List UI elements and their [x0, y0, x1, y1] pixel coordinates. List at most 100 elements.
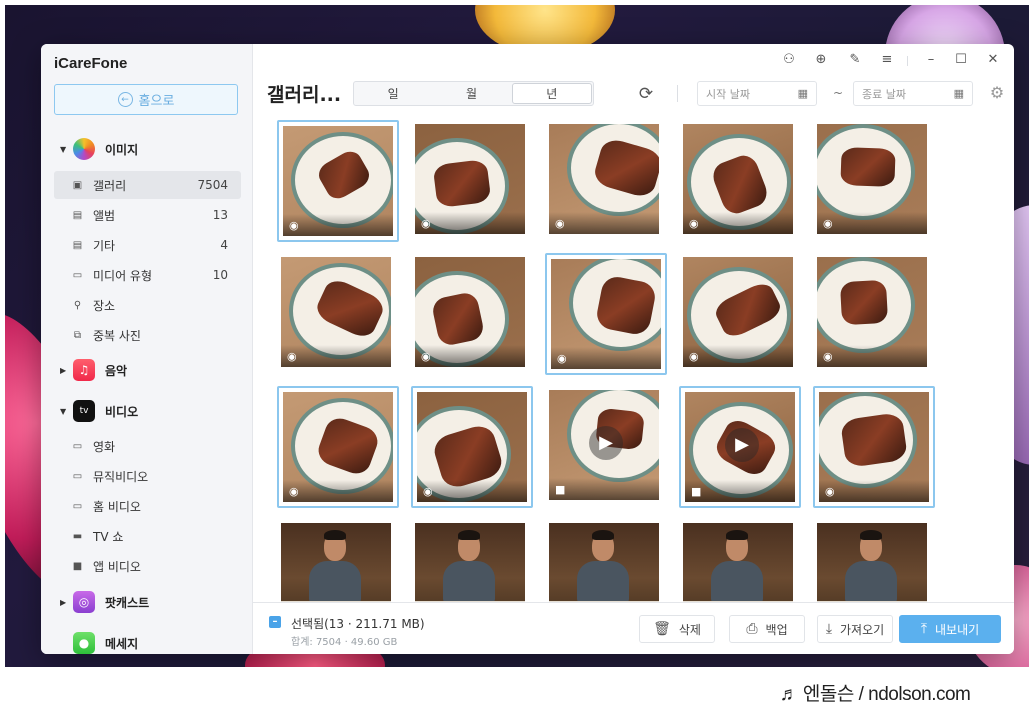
- album-icon: ▤: [72, 209, 83, 221]
- movie-icon: ▭: [72, 440, 83, 452]
- sidebar-item-music-video[interactable]: ▭ 뮤직비디오: [54, 462, 241, 490]
- photo-tile[interactable]: ◉: [411, 386, 533, 508]
- sidebar-item-duplicates[interactable]: ⧉ 중복 사진: [54, 321, 241, 349]
- other-icon: ▤: [72, 239, 83, 251]
- sidebar-item-label: TV 쇼: [93, 529, 124, 544]
- photo-tile[interactable]: ◉: [545, 120, 667, 242]
- sidebar-group-messages[interactable]: ▶ ● 메세지: [41, 630, 253, 654]
- sidebar-group-video[interactable]: ▼ tv 비디오: [41, 398, 253, 424]
- photo-thumbnail: ◉: [817, 124, 927, 234]
- steak: [840, 147, 896, 187]
- sidebar-item-album[interactable]: ▤ 앨범 13: [54, 201, 241, 229]
- minimize-icon[interactable]: –: [923, 52, 939, 68]
- segment-year[interactable]: 년: [511, 83, 592, 104]
- photo-thumbnail: ◉: [283, 392, 393, 502]
- photo-thumbnail: ◉: [817, 257, 927, 367]
- photo-thumbnail: ◉: [819, 392, 929, 502]
- photo-tile[interactable]: ◉: [277, 253, 399, 375]
- photo-tile[interactable]: ◉: [545, 253, 667, 375]
- steak: [839, 279, 889, 326]
- photo-tile[interactable]: ◉: [411, 120, 533, 242]
- person-body: [845, 561, 897, 603]
- account-icon[interactable]: ⚇: [781, 52, 797, 68]
- sidebar-item-media-type[interactable]: ▭ 미디어 유형 10: [54, 261, 241, 289]
- photo-thumbnail: ◉: [683, 257, 793, 367]
- video-tile[interactable]: ▶ ■: [679, 386, 801, 508]
- backup-button[interactable]: ⎙ 백업: [729, 615, 805, 643]
- refresh-icon[interactable]: ⟳: [636, 84, 656, 104]
- sidebar-group-podcast[interactable]: ▶ ◎ 팟캐스트: [41, 589, 253, 615]
- video-tile[interactable]: ▶ ■: [545, 386, 667, 508]
- download-icon[interactable]: ⊕: [813, 52, 829, 68]
- photo-tile[interactable]: ◉: [679, 253, 801, 375]
- selection-summary: 선택됨(13 · 211.71 MB): [291, 617, 425, 631]
- live-photo-icon: ◉: [421, 350, 431, 363]
- sidebar-item-location[interactable]: ⚲ 장소: [54, 291, 241, 319]
- sidebar-item-movie[interactable]: ▭ 영화: [54, 432, 241, 460]
- home-button-label: 홈으로: [138, 94, 175, 109]
- video-camera-icon: ■: [691, 485, 702, 498]
- sidebar-group-label: 팟캐스트: [105, 595, 150, 610]
- photo-tile[interactable]: ◉: [813, 386, 935, 508]
- photo-tile[interactable]: [679, 519, 801, 604]
- back-arrow-icon: ←: [117, 92, 133, 107]
- export-button[interactable]: ⤒ 내보내기: [899, 615, 1001, 643]
- person-hair: [592, 530, 614, 540]
- delete-button[interactable]: 🗑 삭제: [639, 615, 715, 643]
- photo-tile[interactable]: [277, 519, 399, 604]
- sidebar-item-other[interactable]: ▤ 기타 4: [54, 231, 241, 259]
- import-button-label: 가져오기: [840, 622, 885, 637]
- import-icon: ⤓: [825, 621, 833, 637]
- play-icon[interactable]: ▶: [589, 426, 623, 460]
- app-title: iCareFone: [54, 55, 128, 72]
- person-hair: [324, 530, 346, 540]
- play-icon[interactable]: ▶: [725, 428, 759, 462]
- menu-icon[interactable]: ≡: [879, 52, 895, 68]
- photo-tile[interactable]: ◉: [813, 253, 935, 375]
- sidebar-item-home-video[interactable]: ▭ 홈 비디오: [54, 492, 241, 520]
- sidebar-item-label: 앱 비디오: [93, 559, 141, 574]
- live-photo-icon: ◉: [289, 219, 299, 232]
- photo-thumbnail: ◉: [415, 124, 525, 234]
- sidebar-item-label: 뮤직비디오: [93, 469, 149, 484]
- sidebar-item-label: 장소: [93, 298, 116, 313]
- sidebar-item-label: 영화: [93, 439, 116, 454]
- photo-tile[interactable]: ◉: [813, 120, 935, 242]
- photo-tile[interactable]: [411, 519, 533, 604]
- sidebar-item-tv-show[interactable]: ▬ TV 쇼: [54, 522, 241, 550]
- app-video-icon: ■: [72, 560, 83, 572]
- photo-tile[interactable]: ◉: [277, 386, 399, 508]
- photo-tile[interactable]: ◉: [277, 120, 399, 242]
- photo-tile[interactable]: ◉: [411, 253, 533, 375]
- sidebar-item-gallery[interactable]: ▣ 갤러리 7504: [54, 171, 241, 199]
- start-date-field[interactable]: 시작 날짜 ▦: [697, 81, 817, 106]
- video-camera-icon: ■: [555, 483, 566, 496]
- feedback-icon[interactable]: ✎: [847, 52, 863, 68]
- segment-day[interactable]: 일: [354, 82, 432, 105]
- calendar-icon: ▦: [797, 87, 808, 100]
- live-photo-icon: ◉: [825, 485, 835, 498]
- trash-icon: 🗑: [653, 621, 671, 637]
- sidebar-item-count: 7504: [197, 178, 228, 192]
- settings-icon[interactable]: ⚙: [988, 84, 1006, 102]
- select-all-checkbox[interactable]: –: [269, 616, 281, 628]
- close-icon[interactable]: ✕: [985, 52, 1001, 68]
- maximize-icon[interactable]: ☐: [953, 52, 969, 68]
- sidebar-group-images[interactable]: ▼ 이미지: [41, 136, 253, 162]
- end-date-field[interactable]: 종료 날짜 ▦: [853, 81, 973, 106]
- delete-button-label: 삭제: [678, 622, 701, 637]
- person-hair: [860, 530, 882, 540]
- total-summary: 합계: 7504 · 49.60 GB: [291, 637, 398, 648]
- photo-thumbnail: ◉: [551, 259, 661, 369]
- sidebar-item-app-video[interactable]: ■ 앱 비디오: [54, 552, 241, 580]
- home-button[interactable]: ← 홈으로: [54, 84, 238, 115]
- photo-tile[interactable]: ◉: [679, 120, 801, 242]
- import-button[interactable]: ⤓ 가져오기: [817, 615, 893, 643]
- photo-thumbnail: ◉: [281, 257, 391, 367]
- sidebar-group-music[interactable]: ▶ ♫ 음악: [41, 357, 253, 383]
- person-body: [309, 561, 361, 603]
- photo-tile[interactable]: [545, 519, 667, 604]
- photo-thumbnail: [549, 523, 659, 604]
- photo-tile[interactable]: [813, 519, 935, 604]
- segment-month[interactable]: 월: [432, 82, 510, 105]
